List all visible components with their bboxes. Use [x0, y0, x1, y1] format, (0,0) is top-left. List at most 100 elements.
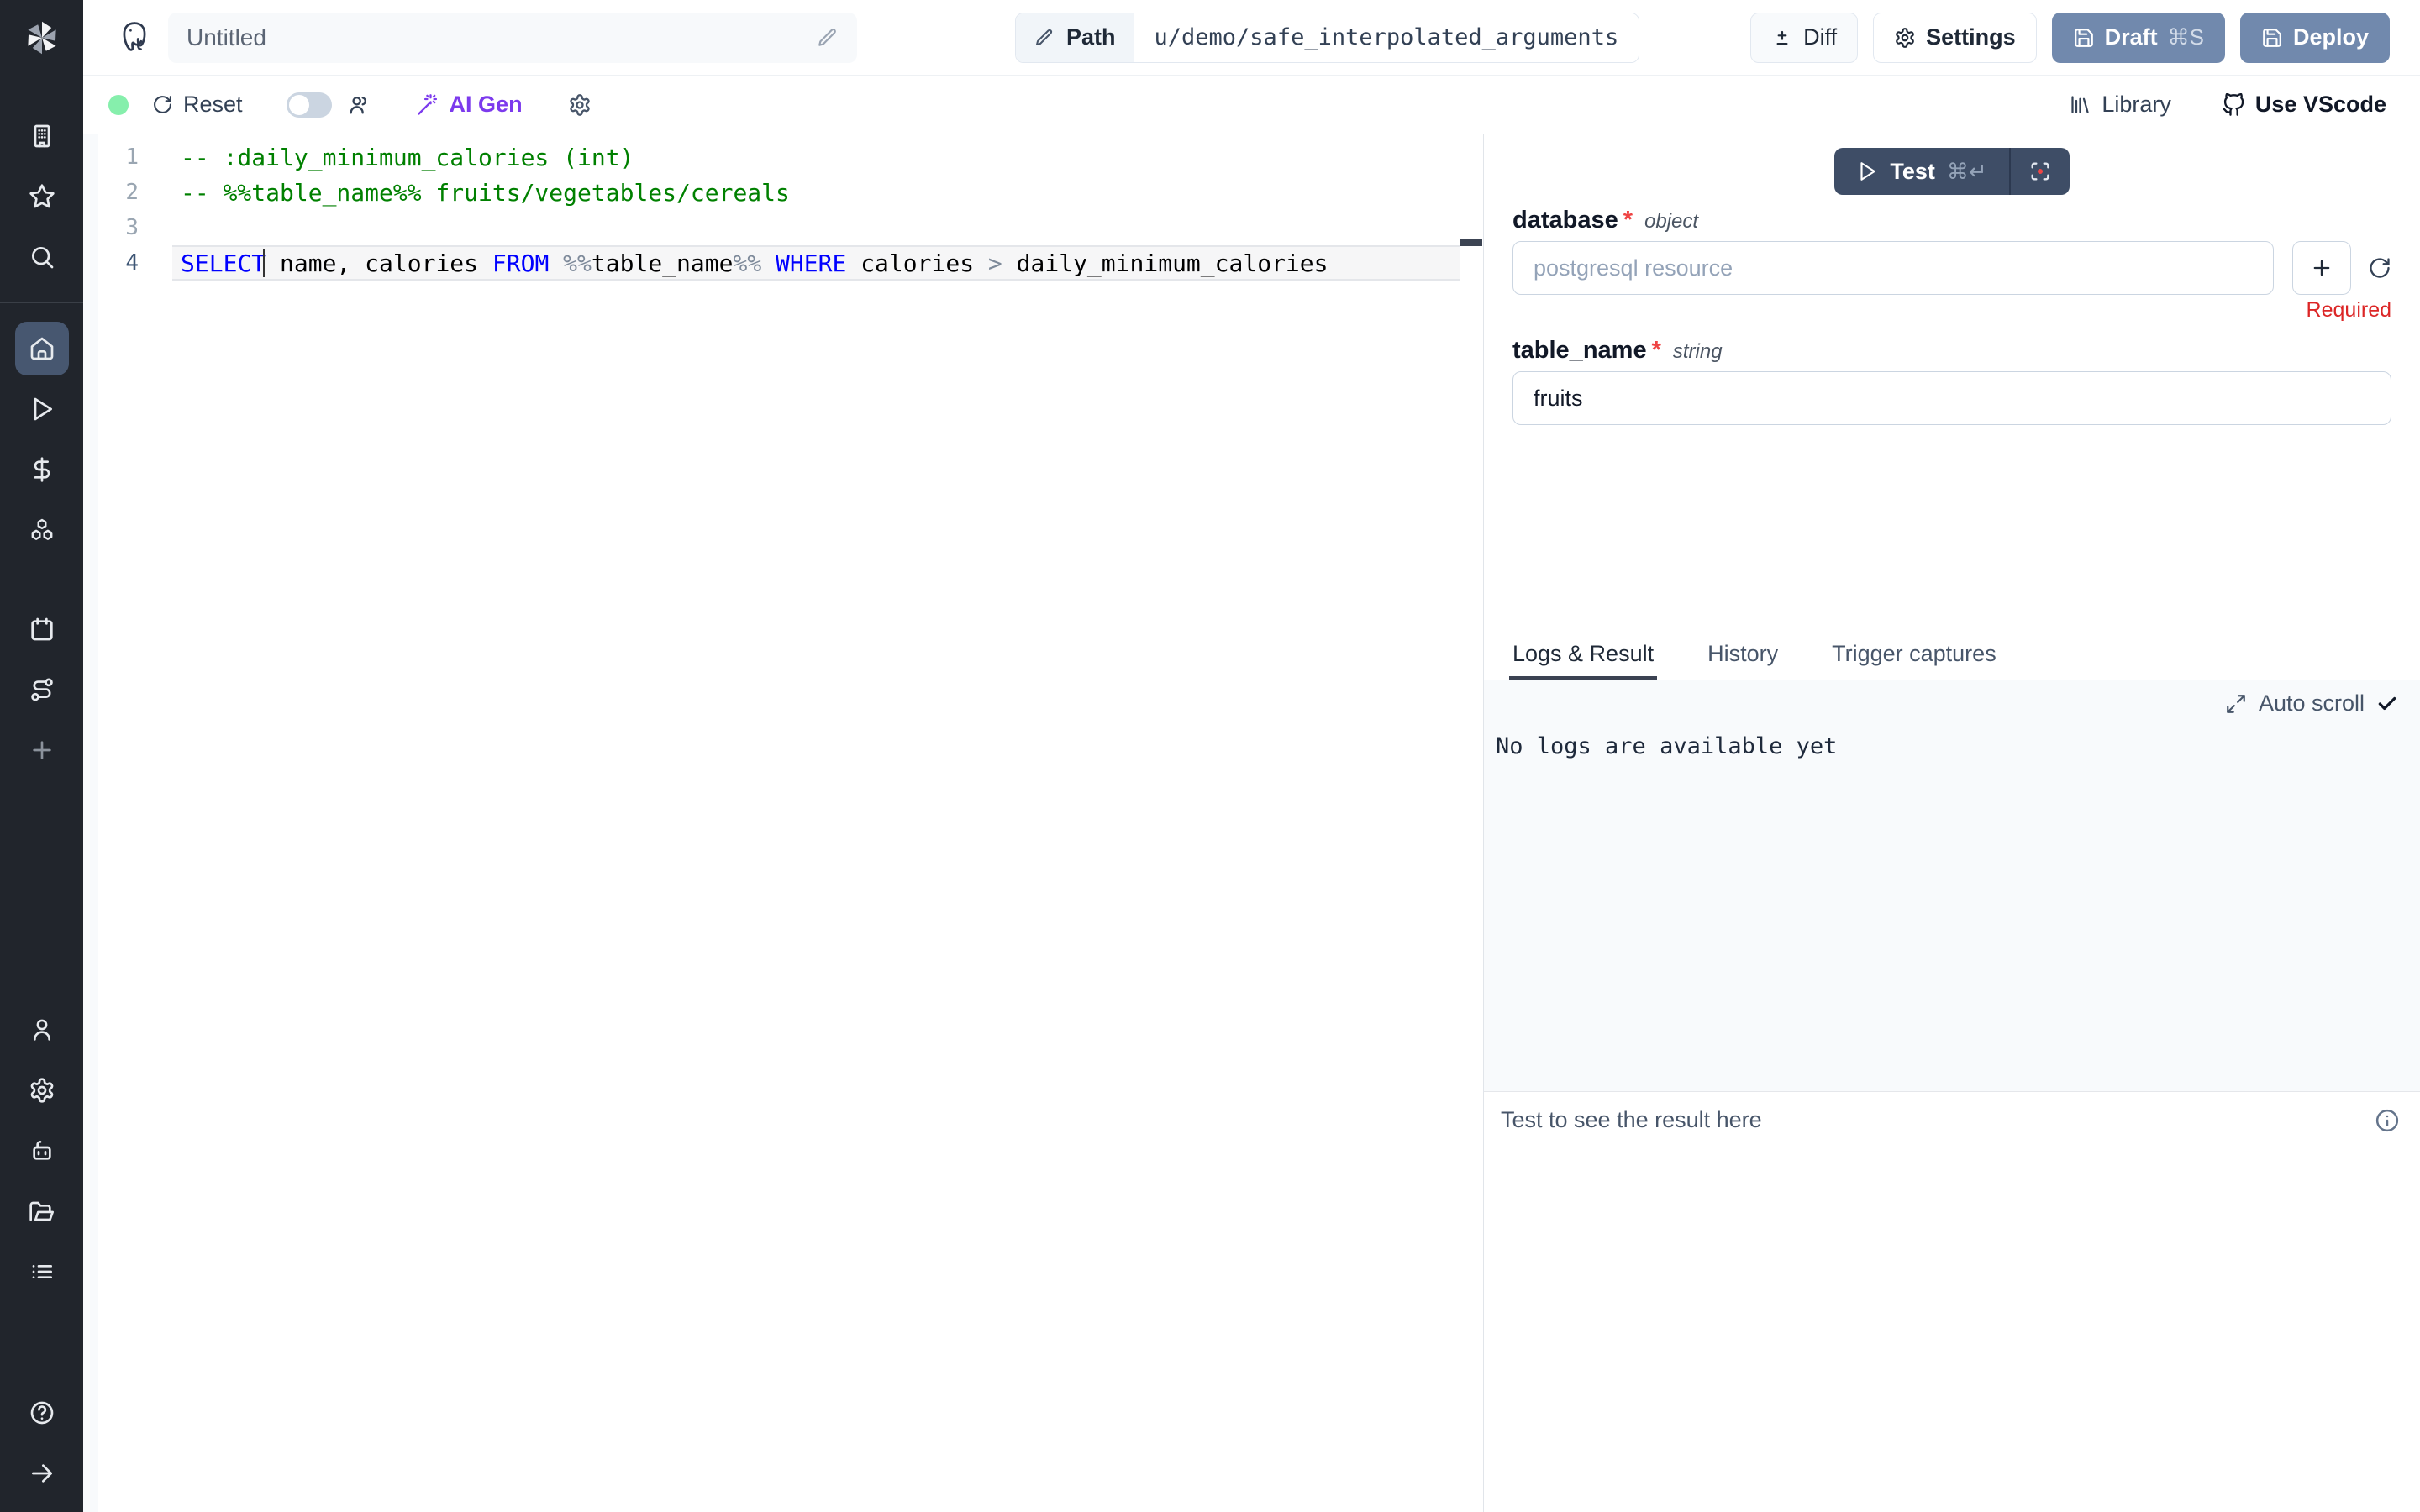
code-line-active[interactable]: 4 SELECT name, calories FROM %%table_nam…: [83, 245, 1483, 281]
sidebar-item-groups[interactable]: [15, 1245, 69, 1299]
line-number: 2: [83, 180, 139, 205]
library-button[interactable]: Library: [2069, 92, 2171, 118]
sidebar-item-user[interactable]: [15, 1003, 69, 1057]
field-type: object: [1644, 210, 1698, 234]
content-split: 1 -- :daily_minimum_calories (int) 2 -- …: [83, 134, 2420, 1512]
sidebar: [0, 0, 83, 1512]
tab-history[interactable]: History: [1707, 627, 1778, 680]
windmill-logo[interactable]: [0, 0, 83, 76]
toggle-knob: [289, 95, 309, 115]
draft-button[interactable]: Draft ⌘S: [2052, 13, 2225, 63]
table-name-input[interactable]: [1512, 371, 2391, 425]
deploy-label: Deploy: [2293, 24, 2369, 50]
sidebar-item-help[interactable]: [15, 1386, 69, 1440]
code-segment: %%: [733, 249, 761, 277]
multiplayer-toggle[interactable]: [287, 92, 332, 118]
field-type: string: [1673, 340, 1723, 364]
sidebar-item-runs[interactable]: [15, 382, 69, 436]
path-label: Path: [1066, 24, 1116, 50]
sidebar-collapse-toggle[interactable]: [15, 1446, 69, 1500]
reset-label: Reset: [183, 92, 243, 118]
path-control[interactable]: Path u/demo/safe_interpolated_arguments: [1015, 13, 1639, 63]
sidebar-item-search[interactable]: [15, 230, 69, 284]
test-button[interactable]: Test ⌘↵: [1834, 148, 2008, 195]
windmill-logo-icon: [22, 18, 62, 58]
database-input[interactable]: [1512, 241, 2274, 295]
sidebar-item-workspace-settings[interactable]: [15, 1063, 69, 1117]
sidebar-item-home[interactable]: [15, 322, 69, 375]
user-icon: [29, 1016, 55, 1043]
code-segment: [761, 249, 776, 277]
github-icon: [2222, 93, 2245, 117]
reset-button[interactable]: Reset: [152, 92, 243, 118]
library-label: Library: [2102, 92, 2171, 118]
sidebar-item-workspace[interactable]: [15, 109, 69, 163]
pencil-icon: [1034, 28, 1055, 48]
use-vscode-button[interactable]: Use VScode: [2222, 92, 2386, 118]
path-label-segment: Path: [1016, 13, 1134, 62]
plus-icon: [2310, 256, 2333, 280]
code-segment: -- %%table_name%% fruits/vegetables/cere…: [181, 179, 790, 207]
field-label-database: database * object: [1512, 207, 2391, 234]
save-icon: [2073, 27, 2095, 49]
deploy-button[interactable]: Deploy: [2240, 13, 2390, 63]
required-asterisk: *: [1652, 337, 1661, 365]
sidebar-item-folders[interactable]: [15, 1184, 69, 1238]
editor-gutter: [83, 134, 98, 1512]
sidebar-divider: [0, 302, 83, 303]
path-value: u/demo/safe_interpolated_arguments: [1134, 13, 1639, 62]
capture-button[interactable]: [2011, 148, 2070, 195]
play-icon: [1856, 160, 1878, 182]
editor-settings-icon[interactable]: [568, 93, 592, 117]
app-window: Untitled Path u/demo/safe_interpolated_a…: [0, 0, 2420, 1512]
play-icon: [29, 396, 55, 423]
code-lines[interactable]: 1 -- :daily_minimum_calories (int) 2 -- …: [83, 134, 1483, 281]
auto-scroll-label[interactable]: Auto scroll: [2259, 690, 2365, 717]
sidebar-item-workers[interactable]: [15, 1124, 69, 1178]
text-cursor: [263, 249, 265, 277]
diff-label: Diff: [1803, 24, 1837, 50]
gear-icon: [1894, 27, 1916, 49]
plus-icon: [29, 737, 55, 764]
edit-title-icon[interactable]: [817, 27, 839, 49]
code-line[interactable]: 1 -- :daily_minimum_calories (int): [83, 139, 1483, 175]
sidebar-item-schedules[interactable]: [15, 602, 69, 656]
ai-gen-label: AI Gen: [450, 92, 523, 118]
line-number: 4: [83, 250, 139, 276]
code-segment: %%: [563, 249, 592, 277]
settings-button[interactable]: Settings: [1873, 13, 2037, 63]
list-icon: [29, 1258, 55, 1285]
info-icon[interactable]: [2375, 1108, 2400, 1133]
test-shortcut: ⌘↵: [1947, 159, 1987, 185]
diff-icon: [1771, 27, 1793, 49]
required-asterisk: *: [1623, 207, 1633, 234]
add-resource-button[interactable]: [2292, 241, 2351, 295]
code-line[interactable]: 3: [83, 210, 1483, 245]
users-icon: [347, 93, 371, 117]
script-title-field[interactable]: Untitled: [168, 13, 857, 63]
folder-open-icon: [29, 1198, 55, 1225]
wand-sparkles-icon: [416, 93, 439, 117]
boxes-icon: [29, 517, 55, 543]
sidebar-item-favorites[interactable]: [15, 170, 69, 223]
bot-icon: [29, 1137, 55, 1164]
check-icon[interactable]: [2376, 693, 2398, 715]
capture-frame-icon: [2028, 160, 2052, 183]
required-error: Required: [2307, 298, 2391, 322]
sidebar-item-billing[interactable]: [15, 443, 69, 496]
diff-button[interactable]: Diff: [1750, 13, 1858, 63]
code-editor[interactable]: 1 -- :daily_minimum_calories (int) 2 -- …: [83, 134, 1483, 1512]
sidebar-item-resources[interactable]: [15, 503, 69, 557]
tab-logs-result[interactable]: Logs & Result: [1512, 627, 1654, 680]
field-name: database: [1512, 207, 1618, 234]
tab-trigger-captures[interactable]: Trigger captures: [1832, 627, 1996, 680]
status-dot: [108, 95, 129, 115]
sidebar-item-create[interactable]: [15, 723, 69, 777]
postgresql-icon: [116, 19, 153, 56]
refresh-resources-icon[interactable]: [2368, 256, 2391, 280]
ai-gen-button[interactable]: AI Gen: [416, 92, 523, 118]
code-line[interactable]: 2 -- %%table_name%% fruits/vegetables/ce…: [83, 175, 1483, 210]
star-icon: [29, 183, 55, 210]
sidebar-item-flows[interactable]: [15, 663, 69, 717]
expand-icon[interactable]: [2225, 693, 2247, 715]
